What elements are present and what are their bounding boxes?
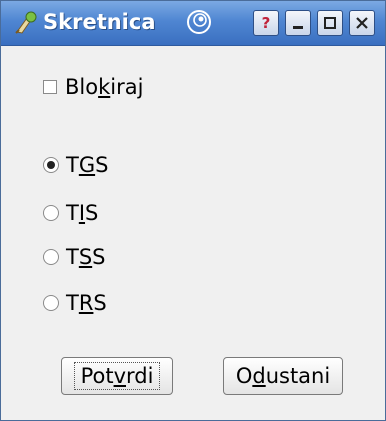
cancel-button-label: Odustani xyxy=(235,364,331,388)
help-icon: ? xyxy=(261,13,271,32)
title-bar[interactable]: Skretnica ? xyxy=(1,1,385,46)
radio-tgs[interactable]: TGS xyxy=(43,153,108,177)
radio-tss[interactable]: TSS xyxy=(43,245,106,269)
cancel-button[interactable]: Odustani xyxy=(223,357,343,395)
window-title: Skretnica xyxy=(43,10,156,34)
radio-label: TIS xyxy=(66,201,99,225)
radio-circle[interactable] xyxy=(43,295,59,311)
confirm-button[interactable]: Potvrdi xyxy=(61,357,173,395)
maximize-icon xyxy=(324,17,336,29)
app-icon xyxy=(15,11,37,34)
block-checkbox[interactable]: Blokiraj xyxy=(43,75,143,99)
minimize-icon xyxy=(293,26,303,29)
radio-trs[interactable]: TRS xyxy=(43,291,107,315)
close-button[interactable] xyxy=(349,10,375,36)
swirl-icon xyxy=(187,10,211,34)
radio-circle[interactable] xyxy=(43,157,59,173)
block-checkbox-label: Blokiraj xyxy=(65,75,144,99)
confirm-button-label: Potvrdi xyxy=(73,362,161,390)
checkbox-box[interactable] xyxy=(43,80,57,94)
radio-label: TRS xyxy=(66,291,107,315)
dialog-window: Skretnica ? Blokiraj TGS TIS TSS TRS Pot… xyxy=(0,0,386,421)
radio-circle[interactable] xyxy=(43,249,59,265)
maximize-button[interactable] xyxy=(317,10,343,36)
radio-label: TSS xyxy=(66,245,106,269)
radio-tis[interactable]: TIS xyxy=(43,201,98,225)
help-button[interactable]: ? xyxy=(253,10,279,36)
close-icon xyxy=(356,17,368,29)
radio-label: TGS xyxy=(66,153,109,177)
minimize-button[interactable] xyxy=(285,10,311,36)
dialog-content: Blokiraj TGS TIS TSS TRS Potvrdi Odustan… xyxy=(1,46,385,420)
radio-circle[interactable] xyxy=(43,205,59,221)
